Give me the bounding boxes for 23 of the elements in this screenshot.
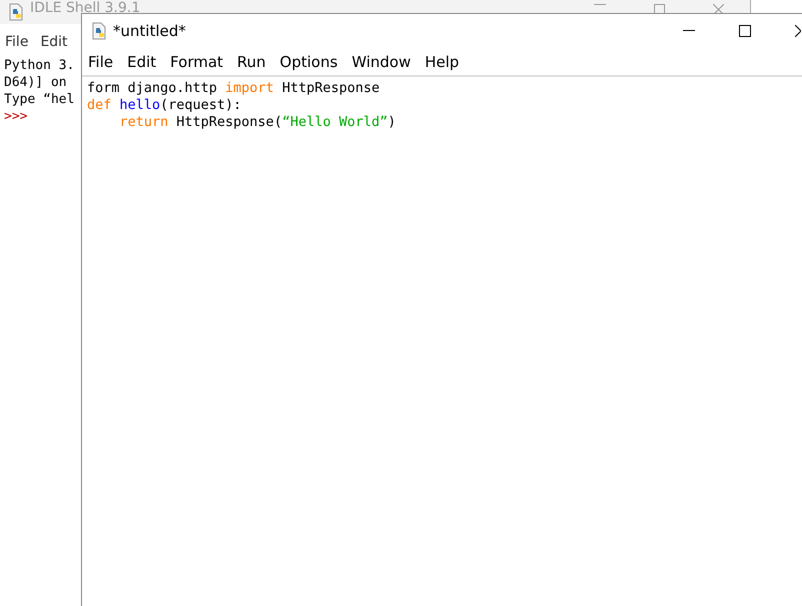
menu-item[interactable]: Help <box>424 52 460 70</box>
close-icon[interactable] <box>795 25 801 37</box>
code-line: form django.http import HttpResponse <box>87 80 381 97</box>
python-file-icon <box>91 22 107 40</box>
code-line: Python 3. <box>4 57 76 74</box>
code-line: def hello(request): <box>87 97 242 114</box>
menu-item[interactable]: Edit <box>127 52 156 70</box>
code-line: Type “hel <box>4 91 76 108</box>
code-line: D64)] on <box>4 74 68 91</box>
window-title: IDLE Shell 3.9.1 <box>30 0 140 16</box>
menu-item[interactable]: Run <box>237 52 266 70</box>
menu-item[interactable]: Options <box>280 52 338 70</box>
menu-item[interactable]: File <box>5 34 28 50</box>
menu-item[interactable]: Format <box>170 52 224 70</box>
python-file-icon <box>8 3 24 21</box>
minimize-icon[interactable] <box>683 30 695 32</box>
code-line: >>> <box>4 108 28 125</box>
menu-item[interactable]: Window <box>352 52 411 70</box>
maximize-icon[interactable] <box>739 25 751 37</box>
menu-item[interactable]: Edit <box>40 34 68 50</box>
window-title: *untitled* <box>113 22 186 40</box>
code-line: return HttpResponse(“Hello World”) <box>118 114 397 131</box>
menu-item[interactable]: File <box>88 52 114 70</box>
